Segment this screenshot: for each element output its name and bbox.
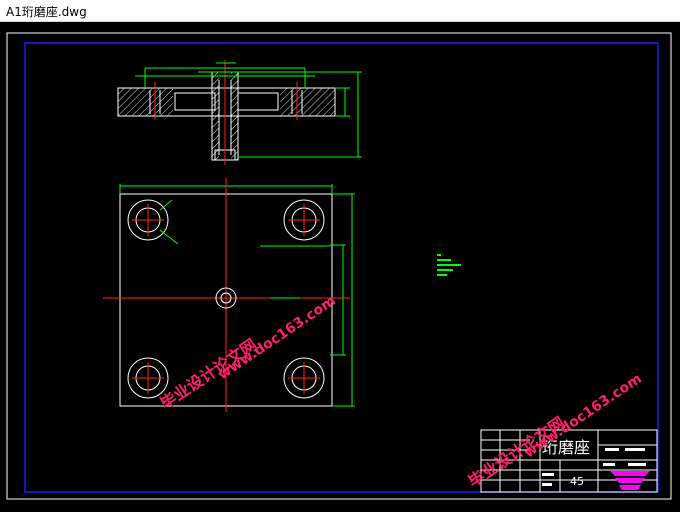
watermark: 毕业设计论文网 www.doc163.com 毕业设计论文网 www.doc16… — [157, 293, 645, 492]
watermark-site-name: 毕业设计论文网 — [157, 335, 260, 413]
cad-canvas[interactable]: 珩磨座 45 毕业设计论文网 www.doc163.com 毕业设计论文网 ww… — [0, 22, 680, 508]
drawing-sheet: 珩磨座 45 毕业设计论文网 www.doc163.com 毕业设计论文网 ww… — [6, 32, 672, 500]
section-view — [117, 60, 362, 165]
technical-notes — [437, 254, 461, 276]
watermark-url: www.doc163.com — [215, 293, 339, 384]
window-titlebar: A1珩磨座.dwg — [0, 0, 680, 22]
logo-icon — [610, 471, 650, 476]
material-text: 45 — [570, 475, 584, 488]
window-title: A1珩磨座.dwg — [6, 5, 87, 19]
